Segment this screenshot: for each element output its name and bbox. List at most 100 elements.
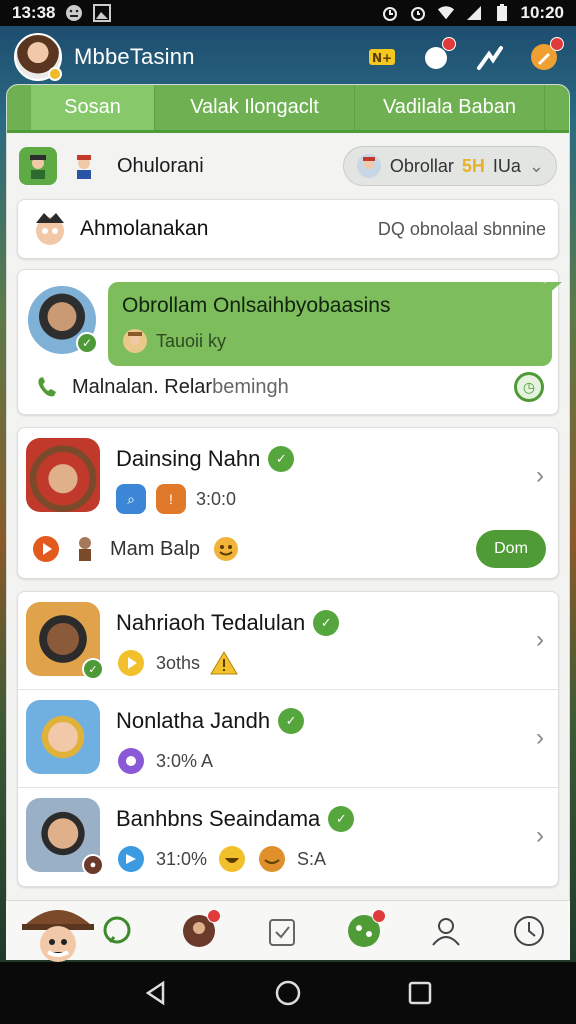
contact-row[interactable]: ✓ Nahriaoh Tedalulan ✓ 3oths › xyxy=(18,592,558,690)
chevron-right-icon[interactable]: › xyxy=(536,724,544,752)
emoji-icon xyxy=(214,537,239,561)
status-clock-right: 10:20 xyxy=(520,3,564,22)
contact-name: Dainsing Nahn xyxy=(116,446,261,471)
search-chip-icon: ⌕ xyxy=(116,484,146,514)
verified-icon: ✓ xyxy=(328,806,355,832)
action-button[interactable]: Dom xyxy=(476,530,546,568)
contact-row[interactable]: Dainsing Nahn ✓ ⌕ ! 3:0:0 › Mam Balp Dom xyxy=(18,428,558,578)
online-icon: ✓ xyxy=(82,658,104,680)
warning-icon xyxy=(210,651,238,675)
contact-avatar[interactable] xyxy=(26,438,100,512)
profile-nav-icon[interactable] xyxy=(426,911,466,951)
system-navigation xyxy=(0,962,576,1024)
pill-suffix: IUa xyxy=(492,155,521,176)
game-nav-icon[interactable] xyxy=(344,908,387,951)
cartoon-avatar-icon xyxy=(36,213,64,245)
extra-text: Mam Balp xyxy=(110,537,201,560)
timer-icon[interactable]: ◷ xyxy=(514,372,544,402)
featured-footer-text: Malnalan. Relarbemingh xyxy=(72,376,289,399)
app-title: MbbeTasinn xyxy=(74,44,195,69)
verified-icon: ✓ xyxy=(268,446,295,472)
home-icon[interactable] xyxy=(274,979,302,1007)
phone-icon xyxy=(38,377,56,397)
vibrate-icon xyxy=(381,4,399,22)
edit-badge xyxy=(550,37,564,51)
edit-icon[interactable] xyxy=(526,37,564,75)
status-dot xyxy=(48,67,62,81)
group-avatar-red[interactable] xyxy=(65,147,103,185)
play-icon[interactable] xyxy=(32,535,60,563)
group-avatar-green[interactable] xyxy=(19,147,57,185)
laugh-emoji-icon xyxy=(219,846,246,872)
chevron-right-icon[interactable]: › xyxy=(536,462,544,490)
coins-icon[interactable]: N+ xyxy=(364,39,400,75)
pill-highlight: 5H xyxy=(461,155,485,176)
contact-row[interactable]: ● Banhbns Seaindama ✓ 31:0% S:A › xyxy=(18,788,558,886)
message-bubble[interactable]: Obrollam Onlsaihbyobaasins Tauoii ky xyxy=(108,282,562,366)
contact-avatar[interactable] xyxy=(26,700,100,774)
search-row[interactable]: Ahmolanakan DQ obnolaal sbnninе xyxy=(17,199,559,259)
wifi-icon xyxy=(437,4,455,22)
contact-meta: 3:0:0 xyxy=(196,488,237,509)
pill-avatar-icon xyxy=(356,154,381,178)
featured-conversation[interactable]: ✓ Obrollam Onlsaihbyobaasins Tauoii ky M… xyxy=(17,269,562,415)
recents-icon[interactable] xyxy=(407,980,433,1006)
grin-emoji-icon xyxy=(259,846,286,872)
verified-icon: ✓ xyxy=(313,610,340,636)
contact-name: Nonlatha Jandh xyxy=(116,708,271,733)
status-time: 13:38 xyxy=(12,3,56,22)
figure-icon xyxy=(79,537,91,561)
contact-name: Banhbns Seaindama xyxy=(116,806,321,831)
alert-chip-icon: ! xyxy=(156,484,186,514)
tab-valak[interactable]: Valak Ilongaclt xyxy=(155,85,355,130)
filter-dropdown[interactable]: Obrollar 5H IUa ⌄ xyxy=(342,146,557,186)
play-chip-icon xyxy=(118,650,144,676)
game-nav-badge xyxy=(372,908,387,923)
back-icon[interactable] xyxy=(143,980,169,1006)
emoji-notification-icon xyxy=(65,4,83,22)
contact-group-2: ✓ Nahriaoh Tedalulan ✓ 3oths › Nonlatha … xyxy=(17,591,559,887)
chat-nav-icon[interactable] xyxy=(97,911,137,951)
filter-bar: Ohulorani Obrollar 5H IUa ⌄ xyxy=(7,133,569,199)
contact-name: Nahriaoh Tedalulan xyxy=(116,610,306,635)
main-panel: Sosan Valak Ilongaclt Vadilala Baban Ohu… xyxy=(6,84,570,960)
chevron-right-icon[interactable]: › xyxy=(536,822,544,850)
tasks-nav-icon[interactable] xyxy=(262,911,302,951)
footer-text-dim: bemingh xyxy=(212,375,289,398)
purple-chip-icon xyxy=(118,748,144,774)
status-bar: 13:38 10:20 xyxy=(0,0,576,26)
chevron-right-icon[interactable]: › xyxy=(536,626,544,654)
profile-avatar[interactable] xyxy=(14,33,62,81)
clock-nav-icon[interactable] xyxy=(509,911,549,951)
notifications-badge xyxy=(442,37,456,51)
search-hint: DQ obnolaal sbnninе xyxy=(377,218,546,239)
footer-text-main: Malnalan. Relar xyxy=(72,375,213,398)
bubble-subtitle: Tauoii ky xyxy=(156,330,227,351)
tab-bar: Sosan Valak Ilongaclt Vadilala Baban xyxy=(7,85,569,133)
contact-row[interactable]: Nonlatha Jandh ✓ 3:0% A › xyxy=(18,690,558,788)
tab-sosan[interactable]: Sosan xyxy=(31,85,155,130)
contact-meta-tail: S:A xyxy=(297,848,327,869)
avatar-nav-badge xyxy=(207,908,222,923)
tab-more[interactable] xyxy=(545,85,569,130)
contact-meta: 3oths xyxy=(156,652,201,673)
notifications-icon[interactable] xyxy=(418,37,456,75)
signal-icon xyxy=(465,4,483,22)
contact-meta: 31:0% xyxy=(156,848,208,869)
mascot-character[interactable] xyxy=(18,900,98,962)
featured-avatar[interactable]: ✓ xyxy=(26,284,98,356)
sender-avatar-icon xyxy=(123,329,147,353)
contact-avatar[interactable]: ✓ xyxy=(26,602,104,680)
search-title: Ahmolanakan xyxy=(80,217,209,240)
app-bar: MbbeTasinn N+ xyxy=(0,26,576,88)
pill-text: Obrollar xyxy=(389,155,454,176)
avatar-nav-icon[interactable] xyxy=(179,908,222,951)
contact-avatar[interactable]: ● xyxy=(26,798,104,876)
activity-icon[interactable] xyxy=(472,39,508,75)
gallery-notification-icon xyxy=(93,4,112,22)
chevron-down-icon: ⌄ xyxy=(528,155,544,176)
tab-vadilala[interactable]: Vadilala Baban xyxy=(355,85,545,130)
verified-icon: ✓ xyxy=(278,708,305,734)
contact-meta: 3:0% A xyxy=(156,750,214,771)
bubble-title: Obrollam Onlsaihbyobaasins xyxy=(122,294,391,317)
